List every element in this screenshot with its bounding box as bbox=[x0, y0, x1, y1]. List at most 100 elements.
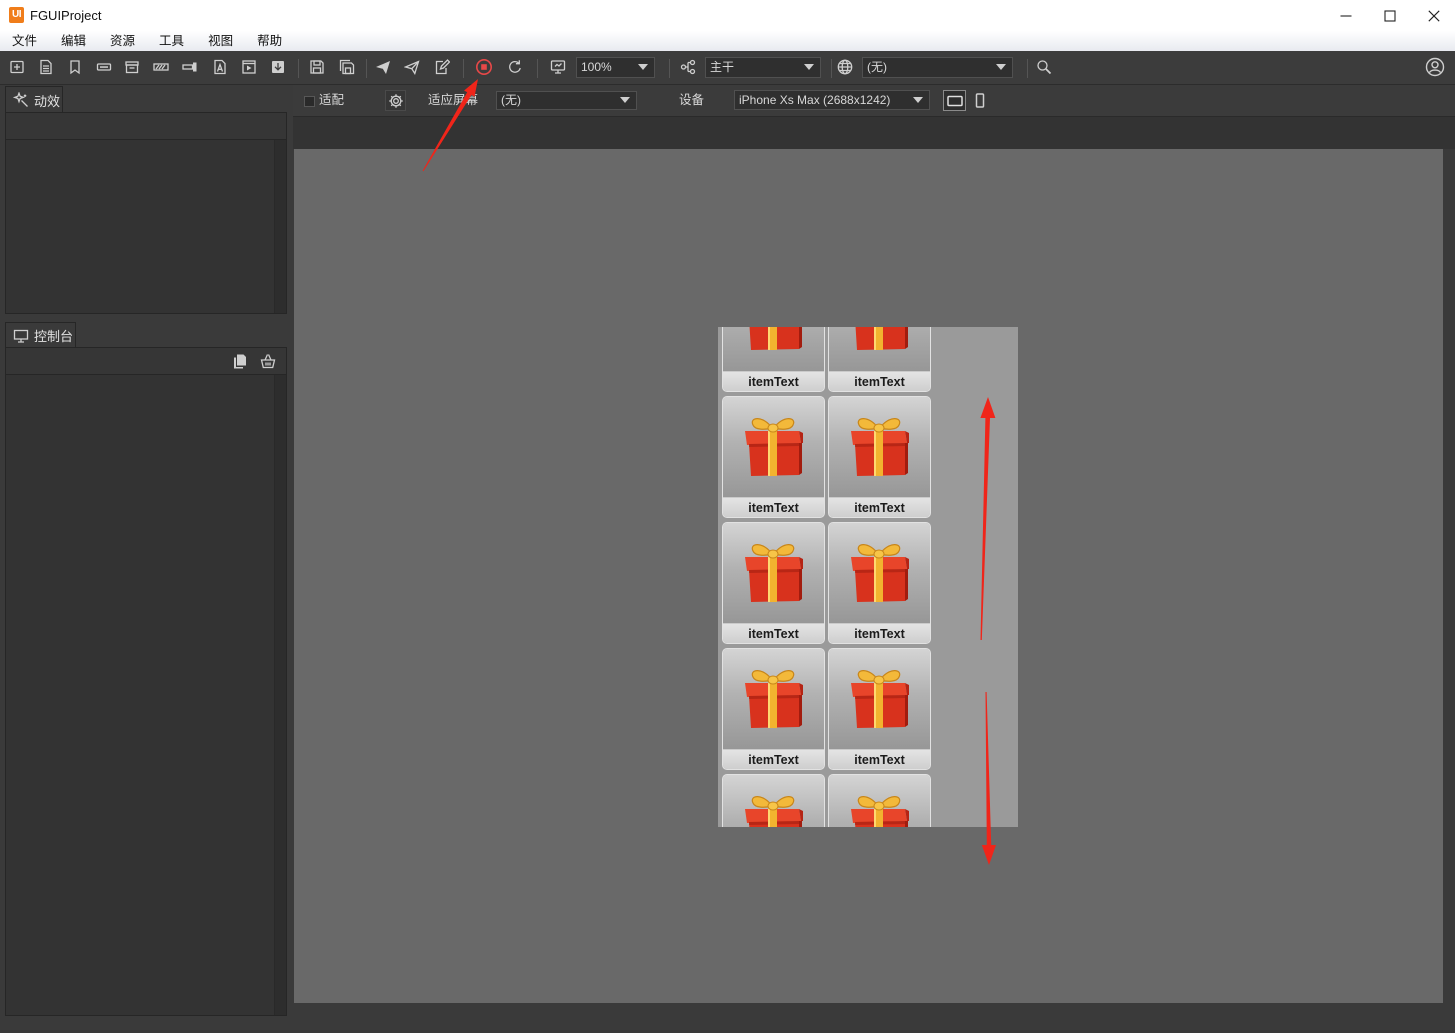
stop-button[interactable] bbox=[472, 55, 496, 79]
menu-tools[interactable]: 工具 bbox=[159, 31, 184, 51]
status-bar bbox=[0, 1016, 1455, 1033]
save-all-button[interactable] bbox=[335, 55, 359, 79]
new-combo-box-button[interactable] bbox=[120, 55, 144, 79]
close-button[interactable] bbox=[1413, 0, 1455, 31]
gift-icon bbox=[741, 327, 805, 353]
vertical-scrollbar[interactable] bbox=[1443, 149, 1455, 1003]
stage-toolbar: 适配 适应屏幕 (无) 设备 iPhone Xs Max (2688x1242) bbox=[293, 85, 1455, 116]
list-item[interactable]: itemText bbox=[722, 327, 825, 392]
tab-console[interactable]: 控制台 bbox=[5, 322, 76, 348]
list-item[interactable]: itemText bbox=[828, 327, 931, 392]
item-image bbox=[829, 649, 930, 750]
list-item[interactable]: itemText bbox=[828, 774, 931, 827]
menu-help[interactable]: 帮助 bbox=[257, 31, 282, 51]
language-button[interactable] bbox=[833, 55, 857, 79]
item-image bbox=[829, 327, 930, 372]
item-image bbox=[723, 523, 824, 624]
branch-dropdown[interactable]: 主干 bbox=[705, 57, 821, 78]
menu-bar: 文件 编辑 资源 工具 视图 帮助 bbox=[0, 31, 1455, 51]
save-button[interactable] bbox=[305, 55, 329, 79]
new-slider-button[interactable] bbox=[178, 55, 202, 79]
language-value: (无) bbox=[867, 60, 887, 74]
branch-value: 主干 bbox=[710, 60, 735, 74]
window-title: FGUIProject bbox=[30, 8, 102, 23]
maximize-button[interactable] bbox=[1367, 0, 1413, 31]
list-item[interactable]: itemText bbox=[722, 648, 825, 770]
tab-console-label: 控制台 bbox=[34, 329, 74, 344]
transitions-panel-header bbox=[6, 113, 286, 140]
gift-icon bbox=[847, 539, 911, 605]
chevron-down-icon bbox=[804, 64, 814, 70]
new-text-button[interactable] bbox=[208, 55, 232, 79]
gift-icon bbox=[741, 539, 805, 605]
portrait-button[interactable] bbox=[971, 90, 989, 111]
minimize-icon bbox=[1340, 14, 1352, 17]
chevron-down-icon bbox=[996, 64, 1006, 70]
menu-file[interactable]: 文件 bbox=[12, 31, 37, 51]
settings-button[interactable] bbox=[385, 90, 406, 111]
list-item[interactable]: itemText bbox=[722, 396, 825, 518]
list-item[interactable]: itemText bbox=[828, 396, 931, 518]
landscape-icon bbox=[946, 95, 963, 106]
clear-button[interactable] bbox=[260, 353, 276, 369]
console-scrollbar[interactable] bbox=[274, 375, 286, 1015]
zoom-value: 100% bbox=[581, 60, 612, 74]
transitions-scrollbar[interactable] bbox=[274, 140, 286, 313]
button-icon bbox=[96, 63, 112, 71]
zoom-dropdown[interactable]: 100% bbox=[576, 57, 655, 78]
edit-document-button[interactable] bbox=[430, 55, 454, 79]
list-item[interactable]: itemText bbox=[722, 774, 825, 827]
tab-transitions[interactable]: 动效 bbox=[5, 86, 63, 113]
combo-box-icon bbox=[125, 61, 139, 74]
bookmark-button[interactable] bbox=[63, 55, 87, 79]
gift-icon bbox=[847, 327, 911, 353]
search-button[interactable] bbox=[1032, 55, 1056, 79]
main-toolbar: 100% 主干 (无) bbox=[0, 51, 1455, 85]
save-all-icon bbox=[339, 59, 355, 75]
toolbar-separator bbox=[366, 59, 367, 78]
new-button-button[interactable] bbox=[92, 55, 116, 79]
test-button[interactable] bbox=[546, 55, 570, 79]
fit-screen-dropdown[interactable]: (无) bbox=[496, 91, 637, 110]
landscape-button[interactable] bbox=[943, 90, 966, 111]
list-item[interactable]: itemText bbox=[828, 648, 931, 770]
copy-button[interactable] bbox=[232, 353, 248, 369]
edit-document-icon bbox=[435, 59, 450, 75]
branch-button[interactable] bbox=[676, 55, 700, 79]
item-image bbox=[829, 397, 930, 498]
user-button[interactable] bbox=[1423, 55, 1447, 79]
menu-edit[interactable]: 编辑 bbox=[61, 31, 86, 51]
list-item[interactable]: itemText bbox=[722, 522, 825, 644]
item-label: itemText bbox=[723, 624, 824, 643]
import-button[interactable] bbox=[266, 55, 290, 79]
stop-icon bbox=[476, 59, 492, 75]
menu-view[interactable]: 视图 bbox=[208, 31, 233, 51]
adapt-checkbox[interactable] bbox=[304, 96, 315, 107]
console-icon bbox=[13, 329, 29, 343]
new-progress-bar-button[interactable] bbox=[149, 55, 173, 79]
gift-icon bbox=[847, 413, 911, 479]
publish-button[interactable] bbox=[371, 55, 395, 79]
item-image bbox=[723, 775, 824, 827]
tab-transitions-label: 动效 bbox=[34, 93, 61, 109]
preview-list[interactable]: itemText itemText itemText itemText item… bbox=[718, 327, 1018, 827]
refresh-button[interactable] bbox=[503, 55, 527, 79]
new-component-icon bbox=[10, 60, 24, 74]
list-item[interactable]: itemText bbox=[828, 522, 931, 644]
new-document-button[interactable] bbox=[34, 55, 58, 79]
gear-icon bbox=[388, 93, 403, 108]
device-dropdown[interactable]: iPhone Xs Max (2688x1242) bbox=[734, 90, 930, 110]
toolbar-separator bbox=[831, 59, 832, 78]
progress-bar-icon bbox=[153, 63, 169, 71]
horizontal-scrollbar[interactable] bbox=[294, 1003, 1443, 1015]
save-icon bbox=[310, 60, 324, 74]
menu-assets[interactable]: 资源 bbox=[110, 31, 135, 51]
publish-settings-button[interactable] bbox=[400, 55, 424, 79]
copy-icon bbox=[234, 354, 246, 369]
toolbar-separator bbox=[463, 59, 464, 78]
minimize-button[interactable] bbox=[1323, 0, 1369, 31]
chevron-down-icon bbox=[913, 97, 923, 103]
new-component-button[interactable] bbox=[5, 55, 29, 79]
new-movie-clip-button[interactable] bbox=[237, 55, 261, 79]
language-dropdown[interactable]: (无) bbox=[862, 57, 1013, 78]
